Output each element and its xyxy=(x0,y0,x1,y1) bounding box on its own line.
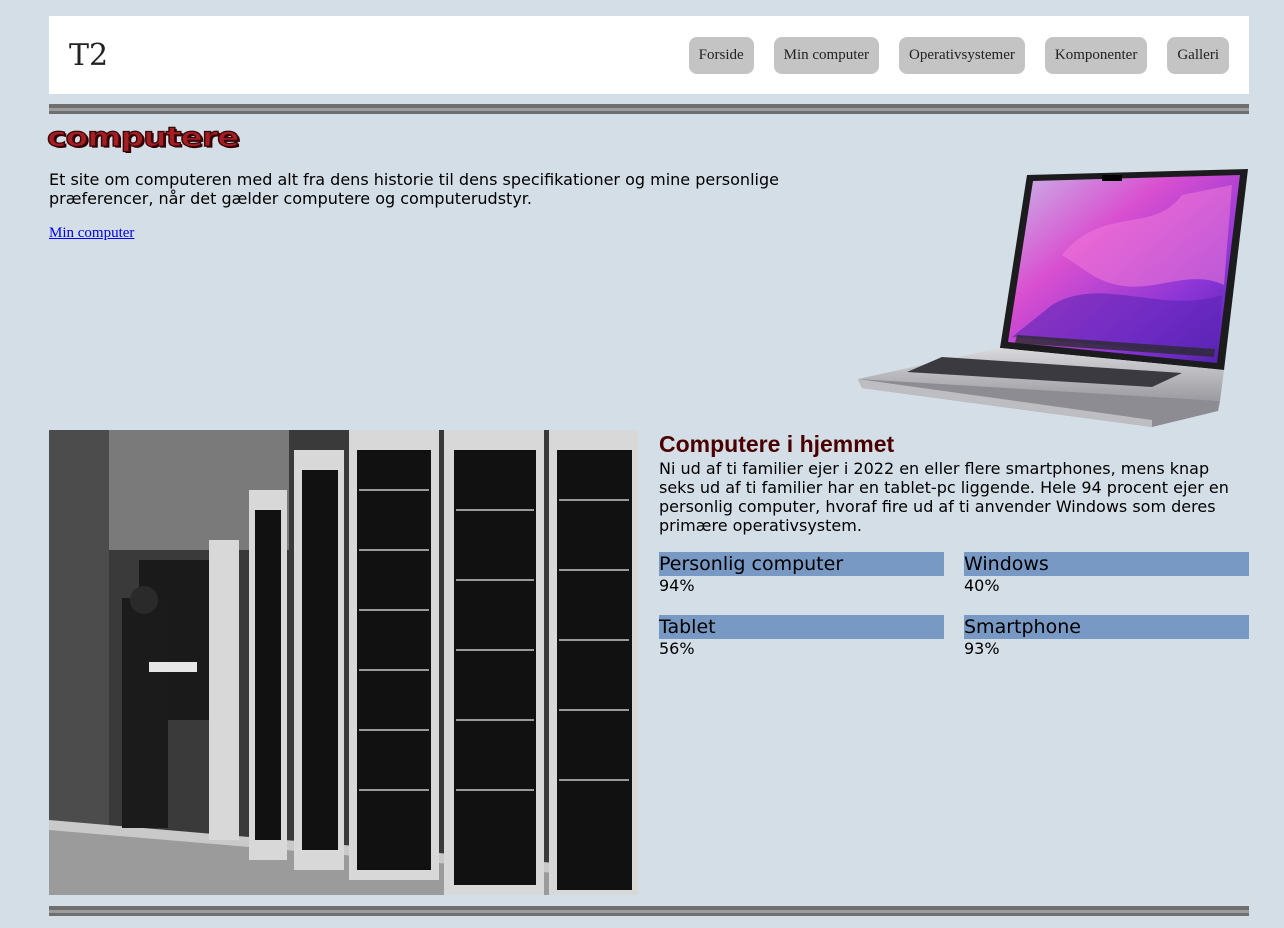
stat-label: Tablet xyxy=(659,615,944,639)
stat-value: 56% xyxy=(659,639,695,658)
stat-label: Smartphone xyxy=(964,615,1249,639)
stat-tablet: Tablet 56% xyxy=(659,615,944,659)
laptop-image xyxy=(858,169,1248,427)
stat-value: 93% xyxy=(964,639,1000,658)
min-computer-link[interactable]: Min computer xyxy=(49,225,134,242)
stat-label: Windows xyxy=(964,552,1249,576)
bottom-divider xyxy=(49,906,1249,916)
main-nav: Forside Min computer Operativsystemer Ko… xyxy=(688,37,1229,74)
nav-forside-button[interactable]: Forside xyxy=(688,37,754,74)
brand-title: computere xyxy=(46,120,240,153)
site-header: T2 Forside Min computer Operativsystemer… xyxy=(49,16,1249,94)
stat-value: 40% xyxy=(964,576,1000,595)
stat-label: Personlig computer xyxy=(659,552,944,576)
nav-min-computer-button[interactable]: Min computer xyxy=(773,37,880,74)
nav-galleri-button[interactable]: Galleri xyxy=(1167,37,1229,74)
nav-komponenter-button[interactable]: Komponenter xyxy=(1044,37,1148,74)
stat-value: 94% xyxy=(659,576,695,595)
stats-title: Computere i hjemmet xyxy=(659,431,895,457)
intro-text: Et site om computeren med alt fra dens h… xyxy=(49,170,779,208)
stat-smartphone: Smartphone 93% xyxy=(964,615,1249,659)
stats-text: Ni ud af ti familier ejer i 2022 en elle… xyxy=(659,459,1229,535)
site-logo[interactable]: T2 xyxy=(69,38,108,73)
vintage-computer-photo xyxy=(49,430,638,895)
stat-windows: Windows 40% xyxy=(964,552,1249,596)
top-divider xyxy=(49,104,1249,114)
stat-personal-computer: Personlig computer 94% xyxy=(659,552,944,596)
nav-operativsystemer-button[interactable]: Operativsystemer xyxy=(899,37,1025,74)
